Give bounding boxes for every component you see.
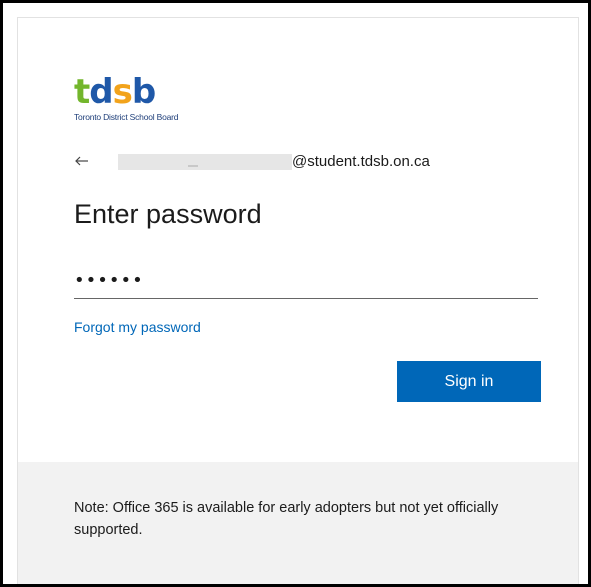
- password-field-wrapper: [74, 264, 538, 299]
- footer-note-area: Note: Office 365 is available for early …: [18, 462, 578, 584]
- window-frame: tdsb Toronto District School Board @stud…: [0, 0, 591, 587]
- arrow-left-icon: [75, 156, 88, 166]
- page-title: Enter password: [74, 199, 262, 229]
- logo-letter-s: s: [112, 72, 133, 112]
- forgot-password-link[interactable]: Forgot my password: [74, 317, 201, 337]
- redaction-mark: [188, 165, 198, 167]
- back-button[interactable]: [74, 151, 94, 173]
- account-identity: @student.tdsb.on.ca: [74, 151, 544, 173]
- password-input[interactable]: [74, 264, 538, 296]
- logo-letter-b: b: [131, 72, 156, 112]
- sign-in-button[interactable]: Sign in: [397, 361, 541, 402]
- sign-in-card: tdsb Toronto District School Board @stud…: [17, 17, 579, 584]
- tdsb-logo: tdsb Toronto District School Board: [74, 72, 244, 126]
- logo-letter-d: d: [89, 72, 113, 112]
- logo-letter-t: t: [74, 72, 90, 112]
- logo-wordmark: tdsb: [74, 72, 156, 112]
- email-domain: @student.tdsb.on.ca: [292, 153, 430, 170]
- footer-note: Note: Office 365 is available for early …: [74, 500, 499, 538]
- redacted-username: [118, 154, 292, 170]
- logo-subtitle: Toronto District School Board: [74, 112, 179, 122]
